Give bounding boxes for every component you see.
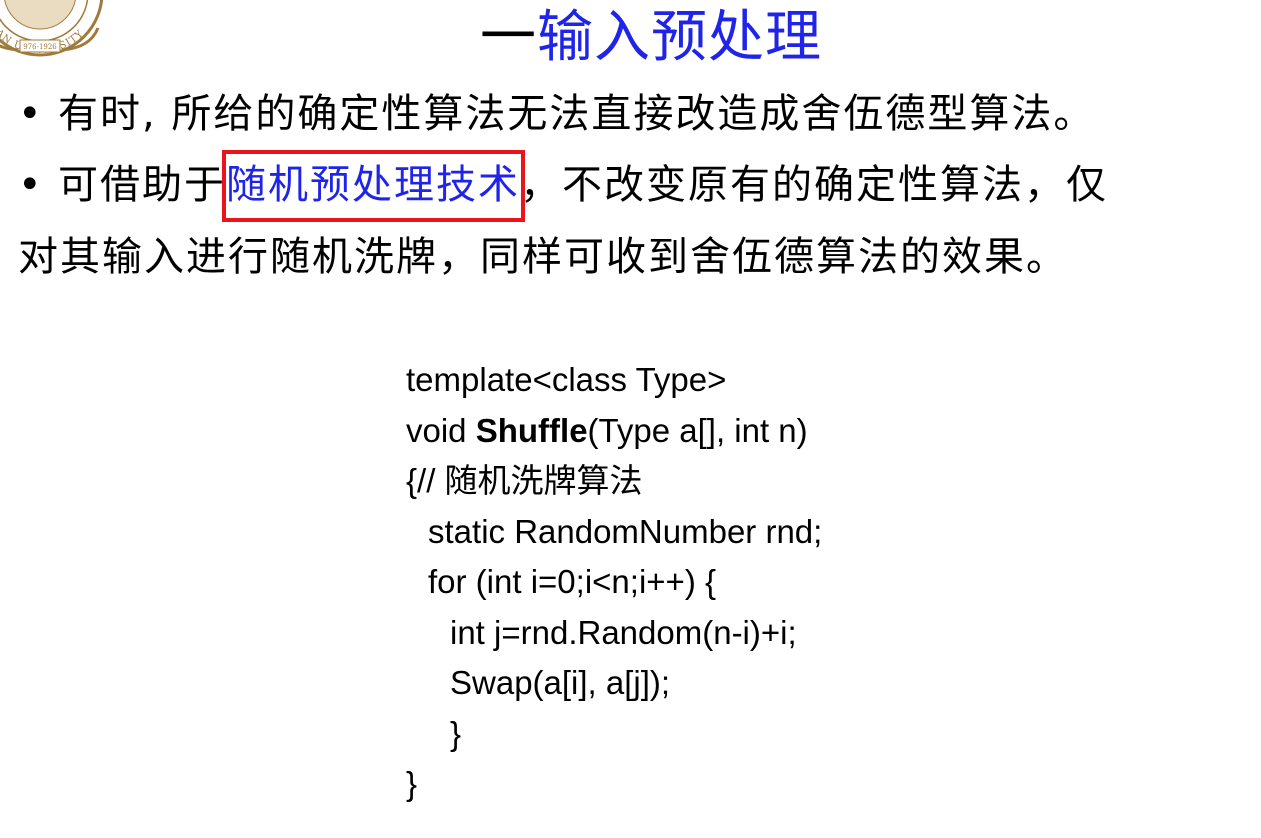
code-brace: {//	[406, 462, 445, 499]
code-line: void Shuffle(Type a[], int n)	[406, 406, 822, 457]
code-params: (Type a[], int n)	[587, 411, 808, 449]
bullet-text: 有时, 所给的确定性算法无法直接改造成舍伍德型算法。	[58, 91, 1096, 137]
function-name: Shuffle	[475, 411, 588, 449]
bullet-item-2-continuation: 对其输入进行随机洗牌，同样可收到舍伍德算法的效果。	[18, 229, 1068, 285]
code-line: for (int i=0;i<n;i++) {	[428, 563, 716, 600]
code-line: }	[406, 765, 418, 802]
code-line: Swap(a[i], a[j]);	[450, 664, 671, 701]
code-comment: 随机洗牌算法	[444, 461, 643, 500]
code-keyword: void	[406, 411, 476, 449]
svg-text:976-1926: 976-1926	[23, 43, 57, 51]
code-line: int j=rnd.Random(n-i)+i;	[450, 613, 797, 651]
bullet-marker: •	[18, 162, 44, 208]
slide-title: 一输入预处理	[480, 2, 822, 74]
bullet-suffix: ，不改变原有的确定性算法，仅	[520, 162, 1108, 208]
highlighted-term-text: 随机预处理技术	[226, 162, 520, 208]
university-seal-logo: HUNAN UNIVERSITY 976-1926	[0, 0, 104, 57]
title-dash: 一	[480, 5, 537, 70]
bullet-prefix: 可借助于	[58, 162, 226, 208]
code-line: static RandomNumber rnd;	[428, 512, 823, 550]
title-text: 输入预处理	[537, 5, 822, 70]
code-block: template<class Type> void Shuffle(Type a…	[406, 355, 822, 810]
code-line: template<class Type>	[406, 361, 727, 398]
code-line: {// 随机洗牌算法	[406, 456, 822, 507]
bullet-item-2: • 可借助于随机预处理技术 ，不改变原有的确定性算法，仅	[18, 150, 1108, 222]
bullet-marker: •	[18, 91, 44, 137]
code-line: }	[450, 714, 462, 752]
bullet-continuation-text: 对其输入进行随机洗牌，同样可收到舍伍德算法的效果。	[18, 234, 1068, 280]
bullet-item-1: • 有时, 所给的确定性算法无法直接改造成舍伍德型算法。	[18, 86, 1095, 142]
highlighted-term: 随机预处理技术	[222, 150, 525, 222]
